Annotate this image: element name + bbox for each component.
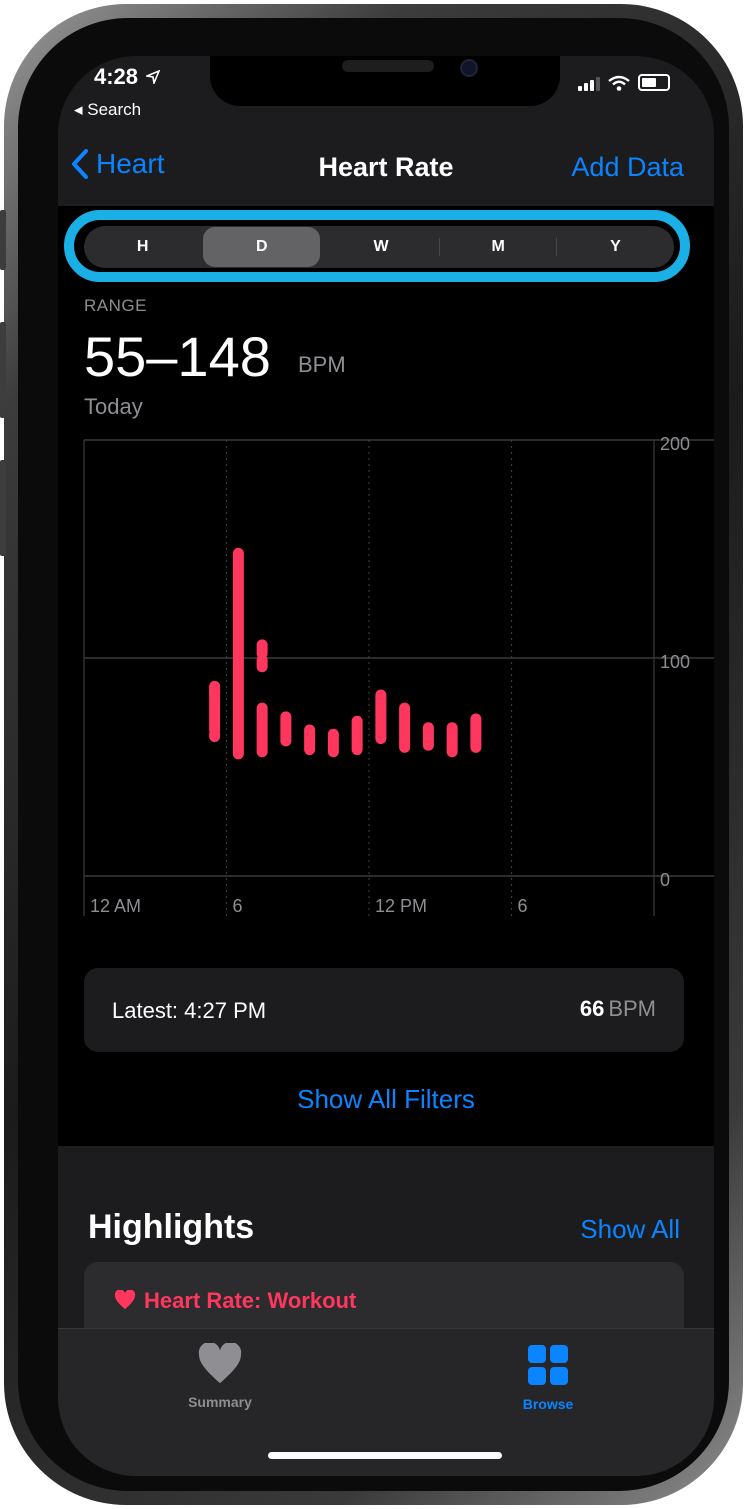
- chart-labels: 200 100 0 12 AM 6 12 PM 6: [90, 434, 690, 916]
- chart-grid: [83, 439, 714, 916]
- signal-icon: [578, 77, 600, 91]
- side-button-mute: [0, 210, 6, 270]
- chart-range-bar: [422, 722, 434, 751]
- latest-reading-label: Latest: 4:27 PM: [112, 998, 267, 1023]
- segment-year[interactable]: Y: [557, 226, 674, 268]
- x-tick-label: 12 PM: [375, 896, 427, 916]
- segment-week[interactable]: W: [322, 226, 440, 268]
- tab-summary-label: Summary: [188, 1394, 252, 1410]
- time-range-segmented-control: H D W M Y: [84, 226, 674, 268]
- chart-range-bar: [375, 689, 387, 745]
- x-tick-label: 6: [518, 896, 528, 916]
- range-label: RANGE: [84, 296, 147, 315]
- speaker-grille: [342, 60, 434, 72]
- latest-bpm-unit: BPM: [608, 996, 656, 1021]
- heart-icon: [198, 1341, 242, 1384]
- range-unit: BPM: [298, 352, 346, 377]
- front-camera: [460, 59, 478, 77]
- chart-range-bar: [209, 680, 221, 736]
- status-time: 4:28: [94, 64, 161, 90]
- tab-summary[interactable]: Summary: [178, 1341, 262, 1410]
- latest-bpm-number: 66: [579, 996, 605, 1021]
- show-all-filters-link[interactable]: Show All Filters: [58, 1084, 714, 1115]
- wifi-icon: [608, 75, 630, 91]
- chart-range-bar: [327, 728, 339, 758]
- chart-range-bar: [256, 702, 268, 758]
- highlights-title: Highlights: [88, 1208, 255, 1246]
- segment-hour[interactable]: H: [84, 226, 201, 268]
- side-button-volume-down: [0, 460, 6, 556]
- segment-month[interactable]: M: [440, 226, 557, 268]
- tab-browse[interactable]: Browse: [506, 1343, 590, 1412]
- chart-range-bar: [470, 713, 482, 753]
- status-icons: [578, 74, 670, 91]
- battery-icon: [638, 74, 670, 91]
- y-tick-label: 200: [660, 434, 690, 454]
- latest-reading-card[interactable]: Latest: 4:27 PM 66 BPM: [84, 968, 684, 1052]
- range-date: Today: [84, 394, 143, 419]
- grid-icon: [528, 1345, 568, 1385]
- chart-bars: [209, 547, 482, 760]
- x-tick-label: 12 AM: [90, 896, 141, 916]
- screen: 4:28 ◂ Search Heart Heart Rate Add Data …: [58, 56, 714, 1476]
- show-all-link[interactable]: Show All: [580, 1214, 680, 1245]
- segment-day[interactable]: D: [203, 227, 321, 267]
- chart-range-bar: [446, 722, 458, 758]
- range-value: 55–148: [84, 325, 271, 388]
- latest-reading-value: 66 BPM: [580, 996, 656, 1022]
- status-back-to-search[interactable]: ◂ Search: [74, 100, 141, 120]
- location-arrow-icon: [144, 69, 161, 86]
- tab-browse-label: Browse: [522, 1396, 574, 1412]
- y-tick-label: 0: [660, 870, 670, 890]
- chart-range-bar: [304, 724, 316, 756]
- notch: [210, 56, 560, 106]
- chart-range-bar: [399, 702, 411, 753]
- x-tick-label: 6: [233, 896, 243, 916]
- side-button-volume-up: [0, 322, 6, 418]
- home-indicator: [268, 1452, 502, 1459]
- chart-range-bar: [232, 547, 244, 760]
- y-tick-label: 100: [660, 652, 690, 672]
- heart-icon: [114, 1290, 136, 1310]
- highlight-card-title: Heart Rate: Workout: [144, 1288, 357, 1313]
- heart-rate-chart[interactable]: 200 100 0 12 AM 6 12 PM 6: [58, 426, 714, 946]
- add-data-button[interactable]: Add Data: [571, 152, 684, 183]
- chart-range-bar: [280, 711, 292, 747]
- chart-range-bar: [256, 654, 268, 673]
- chart-range-bar: [351, 715, 363, 756]
